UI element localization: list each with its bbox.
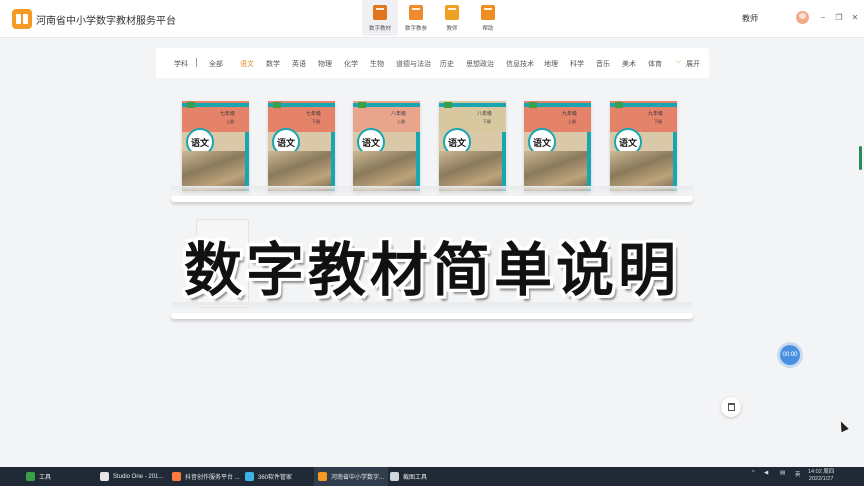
taskbar-item-360[interactable]: 360软件管家 — [245, 467, 292, 486]
shelf-shadow — [171, 186, 693, 196]
publisher-logo-icon — [358, 102, 366, 108]
subject-physics[interactable]: 物理 — [318, 59, 332, 69]
user-role-label[interactable]: 教师 — [742, 13, 758, 24]
book-card[interactable]: 八年级 上册 语文 — [353, 101, 420, 191]
cover-painting — [524, 151, 591, 191]
taskbar: 工具 Studio One - 201... 抖音创作服务平台 ... 360软… — [0, 467, 864, 486]
book-icon — [373, 5, 387, 20]
subject-music[interactable]: 音乐 — [596, 59, 610, 69]
nav-digital-reference[interactable]: 数字教参 — [398, 0, 434, 36]
publisher-logo-icon — [187, 102, 195, 108]
restore-button[interactable]: ❐ — [834, 13, 844, 23]
taskbar-item-snipping-tool[interactable]: 截图工具 — [390, 467, 427, 486]
book-grade: 七年级 — [306, 111, 322, 117]
subject-science[interactable]: 科学 — [570, 59, 584, 69]
chevron-down-icon[interactable]: ⌵ — [676, 58, 681, 66]
subject-biology[interactable]: 生物 — [370, 59, 384, 69]
publisher-logo-icon — [615, 102, 623, 108]
subject-chinese[interactable]: 语文 — [240, 59, 254, 69]
app-logo-icon — [318, 472, 327, 481]
book-term: 上册 — [397, 119, 405, 124]
help-icon — [481, 5, 495, 20]
subject-pe[interactable]: 体育 — [648, 59, 662, 69]
book-term: 下册 — [483, 119, 491, 124]
app-logo-icon — [12, 9, 32, 29]
cover-painting — [610, 151, 677, 191]
book-term: 上册 — [568, 119, 576, 124]
book-card[interactable]: 七年级 上册 语文 — [182, 101, 249, 191]
avatar[interactable] — [796, 11, 809, 24]
nav-help[interactable]: 帮助 — [470, 0, 506, 36]
timer-badge[interactable]: 00:00 — [780, 345, 800, 365]
video-caption: 数字教材简单说明 — [183, 238, 680, 303]
publisher-logo-icon — [444, 102, 452, 108]
book-grade: 九年级 — [648, 111, 664, 117]
firefox-icon — [172, 472, 181, 481]
bookshelf — [171, 313, 693, 319]
system-clock[interactable]: 14:02 周四 2022/1/27 — [808, 469, 834, 483]
divider — [196, 58, 197, 67]
cover-painting — [268, 151, 335, 191]
taskbar-item-studio-one[interactable]: Studio One - 201... — [100, 467, 163, 486]
taskbar-item-douyin[interactable]: 抖音创作服务平台 ... — [172, 467, 240, 486]
subject-geography[interactable]: 地理 — [544, 59, 558, 69]
trash-icon — [727, 403, 735, 411]
book-card[interactable]: 七年级 下册 语文 — [268, 101, 335, 191]
publisher-logo-icon — [273, 102, 281, 108]
subject-history[interactable]: 历史 — [440, 59, 454, 69]
subject-chemistry[interactable]: 化学 — [344, 59, 358, 69]
teacher-icon — [445, 5, 459, 20]
volume-icon[interactable]: ◀ — [764, 470, 768, 476]
top-nav: 数字教材 数字教参 教师 帮助 — [362, 0, 506, 36]
subject-politics[interactable]: 思想政治 — [466, 59, 494, 69]
cover-painting — [182, 151, 249, 191]
title-bar: 河南省中小学数字教材服务平台 数字教材 数字教参 教师 帮助 教师 − ❐ ✕ — [0, 0, 864, 38]
subject-morality-law[interactable]: 道德与法治 — [396, 59, 431, 69]
book-grade: 九年级 — [562, 111, 578, 117]
scissors-icon — [390, 472, 399, 481]
book-term: 上册 — [226, 119, 234, 124]
book-term: 下册 — [654, 119, 662, 124]
subject-it[interactable]: 信息技术 — [506, 59, 534, 69]
book-card[interactable]: 九年级 上册 语文 — [524, 101, 591, 191]
book-term: 下册 — [312, 119, 320, 124]
360-icon — [245, 472, 254, 481]
book-grade: 八年级 — [477, 111, 493, 117]
input-language[interactable]: 英 — [795, 470, 801, 478]
tools-icon — [26, 472, 35, 481]
book-card[interactable]: 八年级 下册 语文 — [439, 101, 506, 191]
taskbar-item-textbook-platform[interactable]: 河南省中小学数字... — [314, 467, 389, 486]
studio-one-icon — [100, 472, 109, 481]
subject-english[interactable]: 英语 — [292, 59, 306, 69]
close-button[interactable]: ✕ — [850, 13, 860, 23]
scrollbar-thumb[interactable] — [859, 146, 862, 170]
network-icon[interactable]: ▤ — [780, 470, 785, 476]
cover-painting — [353, 151, 420, 191]
tray-chevron-icon[interactable]: ^ — [752, 470, 755, 476]
bookshelf — [171, 196, 693, 202]
book-grade: 七年级 — [220, 111, 236, 117]
subject-filter-bar: 学科 全部 语文 数学 英语 物理 化学 生物 道德与法治 历史 思想政治 信息… — [156, 48, 709, 78]
book-grade: 八年级 — [391, 111, 407, 117]
subject-label: 学科 — [174, 61, 188, 68]
mouse-cursor-icon — [837, 419, 849, 433]
app-title: 河南省中小学数字教材服务平台 — [36, 16, 176, 27]
taskbar-item-tools[interactable]: 工具 — [26, 467, 51, 486]
subject-all[interactable]: 全部 — [209, 59, 223, 69]
nav-digital-textbook[interactable]: 数字教材 — [362, 0, 398, 36]
nav-teacher[interactable]: 教师 — [434, 0, 470, 36]
subject-math[interactable]: 数学 — [266, 59, 280, 69]
subject-art[interactable]: 美术 — [622, 59, 636, 69]
book-card[interactable]: 九年级 下册 语文 — [610, 101, 677, 191]
reference-book-icon — [409, 5, 423, 20]
publisher-logo-icon — [529, 102, 537, 108]
cover-painting — [439, 151, 506, 191]
expand-button[interactable]: 展开 — [686, 59, 700, 69]
minimize-button[interactable]: − — [818, 13, 828, 23]
trash-button[interactable] — [721, 397, 741, 417]
